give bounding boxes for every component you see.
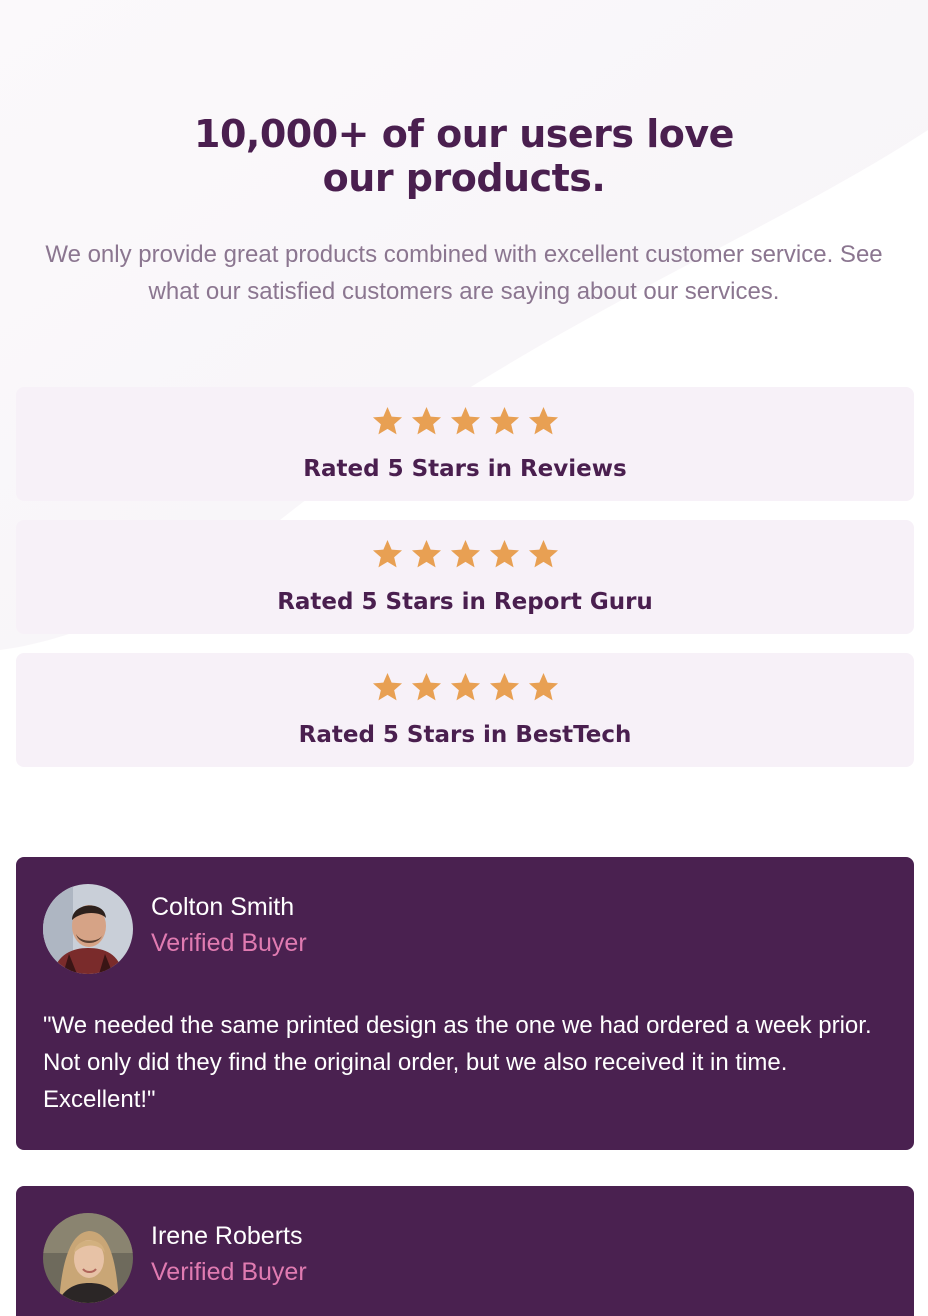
testimonial-card: Irene Roberts Verified Buyer (16, 1186, 914, 1316)
star-rating (16, 405, 914, 437)
star-icon (489, 540, 519, 568)
avatar (43, 884, 133, 974)
star-icon (450, 540, 480, 568)
star-icon (489, 673, 519, 701)
reviewer-name: Colton Smith (151, 893, 295, 921)
rating-label: Rated 5 Stars in BestTech (298, 722, 632, 748)
rating-card-besttech: Rated 5 Stars in BestTech (16, 653, 914, 767)
avatar (43, 1213, 133, 1303)
avatar-man-icon (43, 884, 133, 974)
reviewer-name: Irene Roberts (151, 1222, 303, 1250)
star-rating (16, 538, 914, 570)
star-icon (528, 407, 558, 435)
star-icon (528, 673, 558, 701)
rating-label: Rated 5 Stars in Reviews (303, 456, 627, 482)
star-icon (411, 540, 441, 568)
rating-label: Rated 5 Stars in Report Guru (277, 589, 653, 615)
star-icon (411, 407, 441, 435)
page-title: 10,000+ of our users love our products. (194, 112, 734, 200)
reviewer-role: Verified Buyer (151, 929, 307, 957)
star-icon (528, 540, 558, 568)
rating-card-reviews: Rated 5 Stars in Reviews (16, 387, 914, 501)
hero-description: We only provide great products combined … (45, 241, 883, 305)
star-icon (489, 407, 519, 435)
star-icon (372, 407, 402, 435)
ratings-list: Rated 5 Stars in Reviews Rated 5 Stars i… (16, 387, 914, 786)
rating-card-report-guru: Rated 5 Stars in Report Guru (16, 520, 914, 634)
testimonial-quote: "We needed the same printed design as th… (43, 1012, 872, 1113)
hero-section: 10,000+ of our users love our products. … (0, 112, 928, 310)
star-icon (411, 673, 441, 701)
star-rating (16, 671, 914, 703)
reviewer-role: Verified Buyer (151, 1258, 307, 1286)
star-icon (372, 540, 402, 568)
star-icon (372, 673, 402, 701)
star-icon (450, 407, 480, 435)
star-icon (450, 673, 480, 701)
testimonial-card: Colton Smith Verified Buyer "We needed t… (16, 857, 914, 1150)
avatar-woman-icon (43, 1213, 133, 1303)
